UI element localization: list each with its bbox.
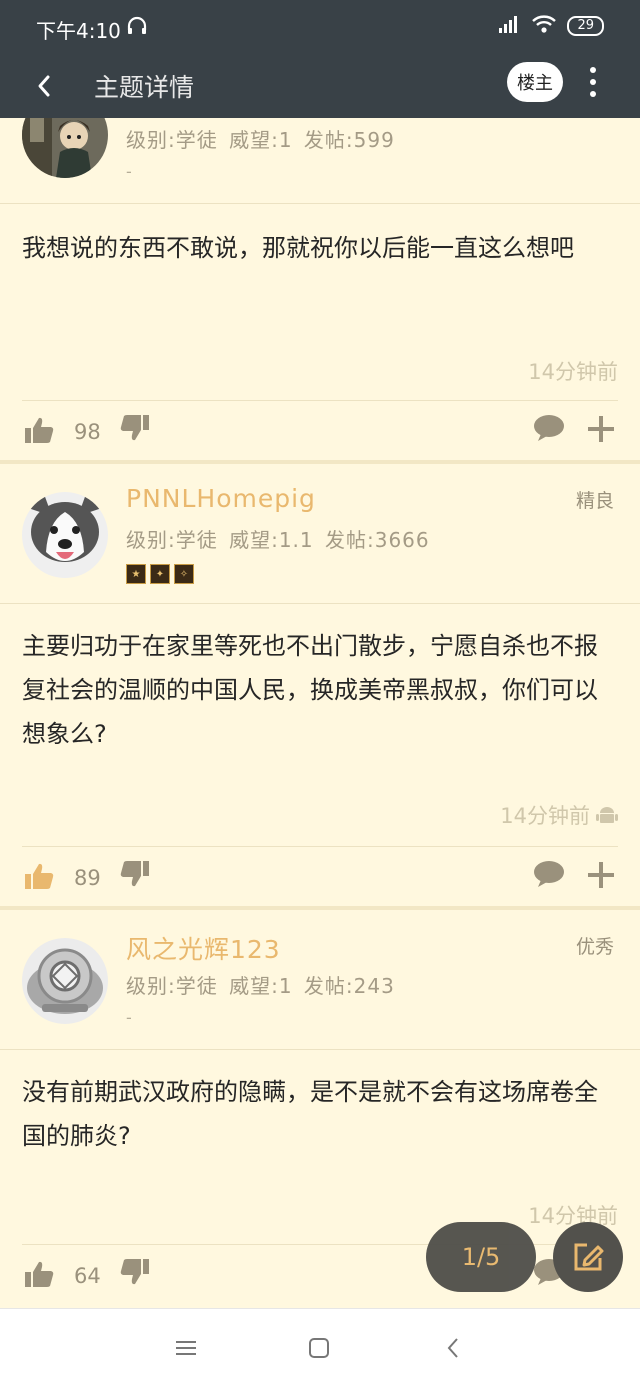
like-count: 98 bbox=[74, 420, 101, 444]
post-header: 风之光辉123 优秀 级别:学徒 威望:1 发帖:243 - bbox=[0, 910, 640, 1050]
thumbs-up-icon bbox=[25, 417, 54, 443]
back-button[interactable] bbox=[26, 66, 62, 106]
username[interactable]: PNNLHomepig bbox=[126, 484, 316, 513]
dislike-button[interactable] bbox=[120, 1258, 150, 1290]
home-icon bbox=[309, 1338, 329, 1358]
thumbs-down-icon bbox=[120, 861, 149, 887]
add-button[interactable] bbox=[586, 414, 616, 448]
avatar[interactable] bbox=[22, 118, 108, 178]
post-body: 没有前期武汉政府的隐瞒，是不是就不会有这场席卷全国的肺炎? bbox=[22, 1078, 598, 1150]
divider bbox=[22, 400, 618, 401]
status-bar: 下午4:10 29 bbox=[0, 0, 640, 56]
app-bar: 主题详情 楼主 bbox=[0, 56, 640, 118]
owner-only-button[interactable]: 楼主 bbox=[507, 62, 563, 102]
dislike-button[interactable] bbox=[120, 414, 150, 446]
back-icon bbox=[38, 75, 50, 97]
username[interactable]: 风之光辉123 bbox=[126, 930, 281, 966]
more-icon bbox=[590, 67, 596, 73]
recent-apps-button[interactable] bbox=[171, 1333, 201, 1363]
more-button[interactable] bbox=[582, 62, 604, 102]
comment-icon bbox=[534, 861, 564, 887]
time-label: 14分钟前 bbox=[500, 804, 590, 828]
plus-icon bbox=[588, 416, 614, 442]
post-body: 主要归功于在家里等死也不出门散步，宁愿自杀也不报复社会的温顺的中国人民，换成美帝… bbox=[22, 632, 598, 748]
like-count: 64 bbox=[74, 1264, 101, 1288]
system-nav-bar bbox=[0, 1308, 640, 1386]
reply-fab-button[interactable] bbox=[553, 1222, 623, 1292]
avatar[interactable] bbox=[22, 938, 108, 1024]
reply-list[interactable]: 级别:学徒 威望:1 发帖:599 - 我想说的东西不敢说，那就祝你以后能一直这… bbox=[0, 118, 640, 1308]
user-stats: 级别:学徒 威望:1.1 发帖:3666 bbox=[126, 528, 430, 552]
status-icons: 29 bbox=[497, 14, 604, 38]
divider bbox=[22, 846, 618, 847]
edit-icon bbox=[574, 1243, 604, 1271]
user-signature: - bbox=[126, 1008, 132, 1027]
system-back-button[interactable] bbox=[438, 1333, 468, 1363]
add-button[interactable] bbox=[586, 860, 616, 894]
comment-icon bbox=[534, 415, 564, 441]
home-button[interactable] bbox=[304, 1333, 334, 1363]
nav-back-icon bbox=[447, 1338, 458, 1358]
thumbs-up-icon bbox=[25, 863, 54, 889]
post-header: 级别:学徒 威望:1 发帖:599 - bbox=[0, 118, 640, 204]
post-time: 14分钟前 bbox=[500, 800, 618, 830]
medal-icon: ★ bbox=[126, 564, 146, 584]
user-stats: 级别:学徒 威望:1 发帖:599 bbox=[126, 128, 395, 152]
thumbs-down-icon bbox=[120, 1259, 149, 1285]
headset-icon bbox=[126, 16, 148, 41]
avatar[interactable] bbox=[22, 492, 108, 578]
dislike-button[interactable] bbox=[120, 860, 150, 892]
wifi-icon bbox=[531, 14, 557, 38]
like-button[interactable] bbox=[24, 1260, 54, 1292]
battery-indicator: 29 bbox=[567, 16, 604, 36]
like-button[interactable] bbox=[24, 862, 54, 894]
medal-icon: ✧ bbox=[174, 564, 194, 584]
page-indicator-button[interactable]: 1/5 bbox=[426, 1222, 536, 1292]
thumbs-up-icon bbox=[25, 1261, 54, 1287]
comment-button[interactable] bbox=[533, 860, 565, 892]
post-actions: 98 bbox=[0, 402, 640, 462]
post-grade: 优秀 bbox=[575, 936, 614, 958]
post-body: 我想说的东西不敢说，那就祝你以后能一直这么想吧 bbox=[22, 234, 574, 262]
status-time: 下午4:10 bbox=[36, 19, 121, 43]
like-button[interactable] bbox=[24, 416, 54, 448]
medal-icon: ✦ bbox=[150, 564, 170, 584]
user-stats: 级别:学徒 威望:1 发帖:243 bbox=[126, 974, 395, 998]
menu-icon bbox=[176, 1341, 196, 1355]
post-actions: 64 bbox=[0, 1246, 640, 1306]
post-time: 14分钟前 bbox=[528, 356, 618, 386]
post-grade: 精良 bbox=[575, 490, 614, 512]
time-label: 14分钟前 bbox=[528, 360, 618, 384]
post-header: PNNLHomepig 精良 级别:学徒 威望:1.1 发帖:3666 ★ ✦ … bbox=[0, 464, 640, 604]
like-count: 89 bbox=[74, 866, 101, 890]
android-icon bbox=[596, 807, 618, 823]
thumbs-down-icon bbox=[120, 415, 149, 441]
plus-icon bbox=[588, 862, 614, 888]
page-title: 主题详情 bbox=[94, 73, 195, 102]
signal-icon bbox=[497, 14, 521, 38]
user-medals: ★ ✦ ✧ bbox=[126, 564, 194, 584]
user-signature: - bbox=[126, 162, 132, 181]
comment-button[interactable] bbox=[533, 414, 565, 446]
post-actions: 89 bbox=[0, 848, 640, 908]
